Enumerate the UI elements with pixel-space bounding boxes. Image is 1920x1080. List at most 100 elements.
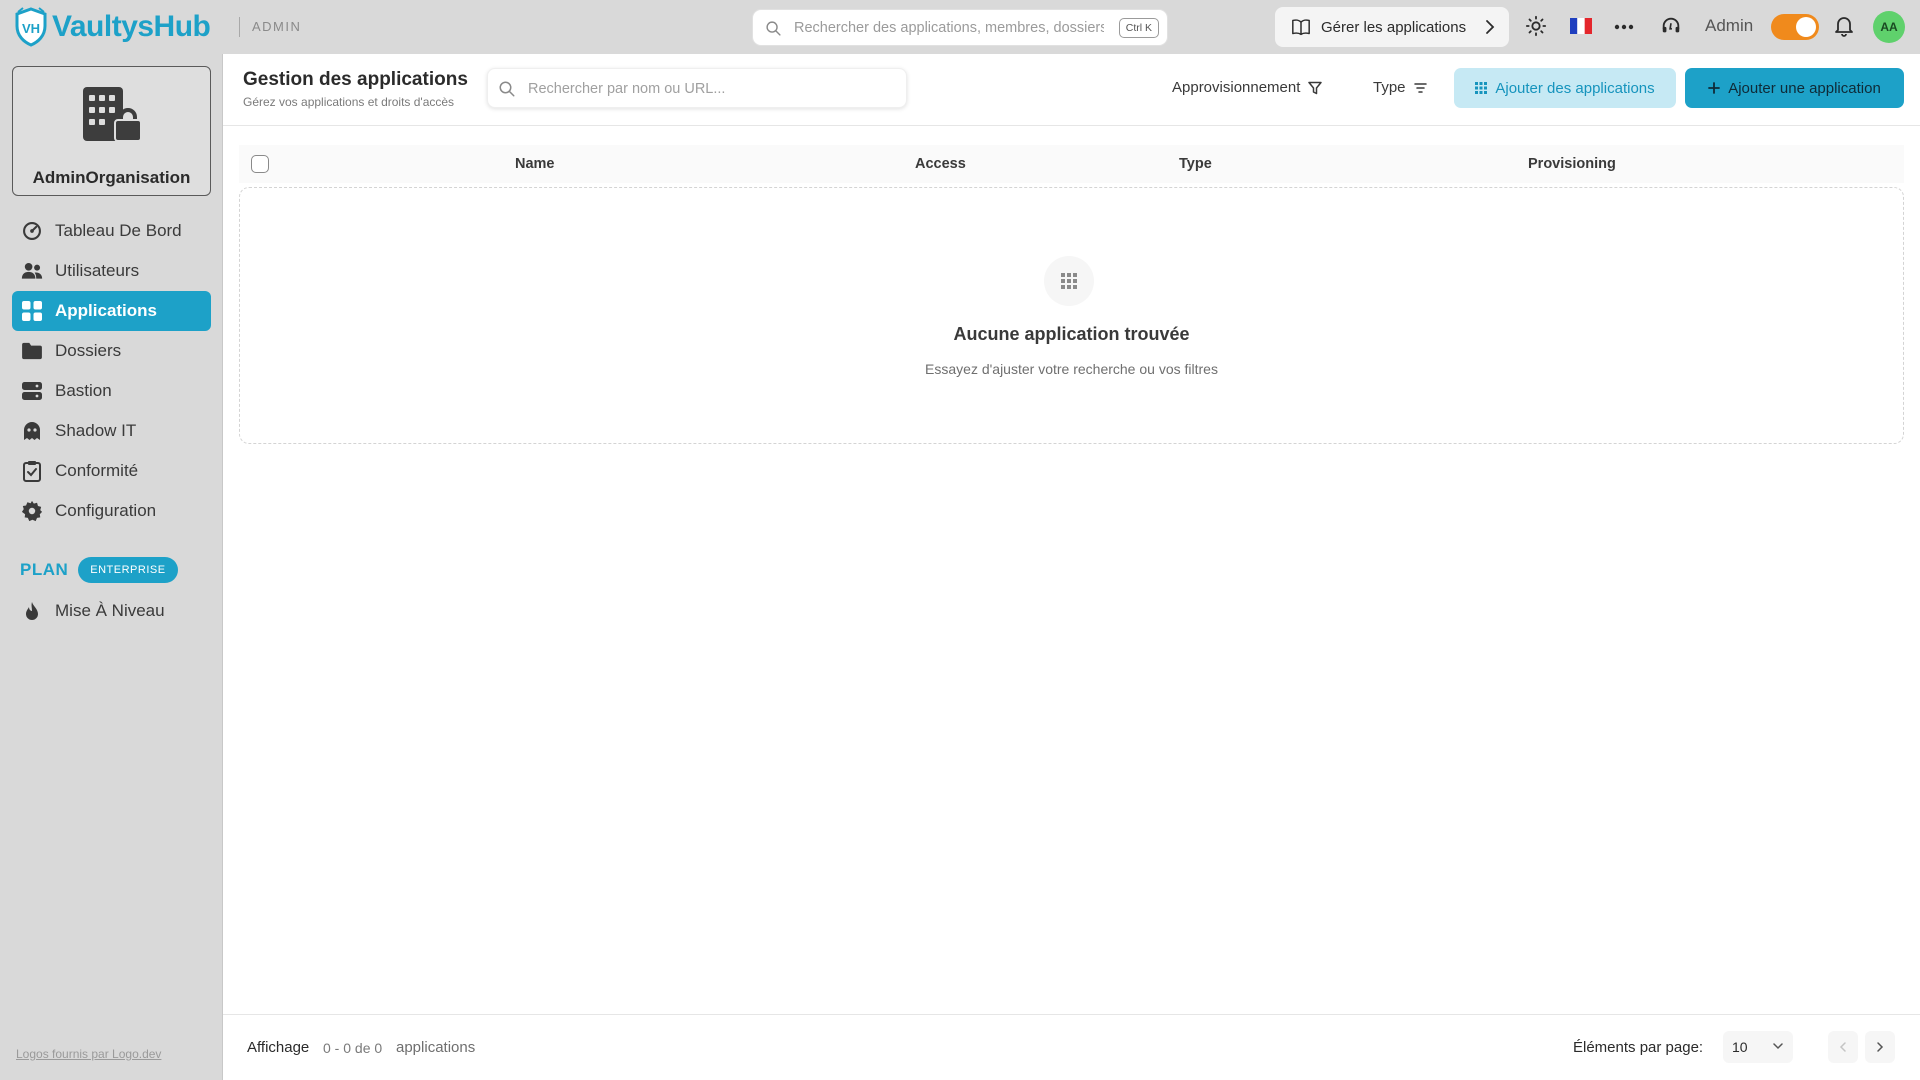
sidebar-item-label: Configuration (55, 501, 157, 520)
showing-range: 0 - 0 de 0 (323, 1040, 383, 1056)
sidebar-item-bastion[interactable]: Bastion (12, 371, 211, 411)
app-search-input[interactable]: Rechercher par nom ou URL... (487, 68, 907, 108)
book-open-icon (1292, 19, 1310, 36)
funnel-icon (1308, 81, 1323, 94)
clipboard-check-icon (23, 461, 41, 482)
plus-icon (1708, 82, 1721, 94)
empty-state-title: Aucune application trouvée (953, 324, 1190, 344)
sidebar-item-label: Shadow IT (55, 421, 137, 440)
server-icon (22, 382, 42, 400)
plan-badge: ENTERPRISE (78, 557, 178, 583)
logo-credit-link[interactable]: Logos fournis par Logo.dev (16, 1047, 161, 1061)
manage-apps-button[interactable]: Gérer les applications (1275, 7, 1509, 47)
admin-mode-toggle[interactable] (1771, 14, 1819, 40)
sidebar-item-shadow-it[interactable]: Shadow IT (12, 411, 211, 451)
page-header: Gestion des applications Gérez vos appli… (223, 54, 1920, 126)
french-flag-icon[interactable] (1570, 18, 1592, 34)
chevron-right-icon (1486, 20, 1495, 34)
select-all-checkbox[interactable] (251, 155, 269, 173)
type-filter-label: Type (1373, 79, 1406, 96)
top-bar: VH VaultysHub ADMIN Rechercher des appli… (0, 0, 1920, 54)
add-apps-button[interactable]: Ajouter des applications (1454, 68, 1676, 108)
global-search-placeholder: Rechercher des applications, membres, do… (794, 20, 1104, 36)
chevron-down-icon (1773, 1043, 1783, 1050)
dashboard-gauge-icon (23, 222, 41, 240)
per-page-value: 10 (1732, 1039, 1748, 1055)
sidebar-item-label: Conformité (55, 461, 139, 480)
sun-icon[interactable] (1525, 15, 1547, 37)
org-card[interactable]: AdminOrganisation (12, 66, 211, 196)
sidebar-item-label: Tableau De Bord (55, 221, 182, 240)
ghost-icon (24, 422, 40, 440)
global-search-input[interactable]: Rechercher des applications, membres, do… (752, 9, 1168, 46)
user-avatar[interactable]: AA (1873, 11, 1905, 43)
app-search-placeholder: Rechercher par nom ou URL... (528, 81, 726, 97)
logo-mark: VH (22, 21, 40, 36)
role-label: Admin (1705, 16, 1754, 35)
column-header-provisioning[interactable]: Provisioning (1528, 156, 1616, 172)
sidebar-item-label: Bastion (55, 381, 112, 400)
column-header-access[interactable]: Access (915, 156, 966, 172)
support-headset-icon[interactable] (1660, 15, 1682, 37)
showing-label: Affichage (247, 1039, 310, 1056)
sidebar: AdminOrganisation Tableau De Bord Utilis… (0, 54, 223, 1080)
sidebar-item-label: Dossiers (55, 341, 122, 360)
add-app-label: Ajouter une application (1728, 79, 1881, 97)
shield-logo-icon: VH (15, 7, 47, 47)
grid-dots-icon (1475, 82, 1488, 94)
sidebar-item-label: Applications (55, 301, 158, 320)
org-name: AdminOrganisation (32, 168, 191, 187)
filter-lines-icon (1413, 82, 1427, 93)
search-shortcut-badge: Ctrl K (1118, 18, 1159, 38)
toggle-knob (1796, 17, 1816, 37)
sidebar-item-label: Mise À Niveau (55, 601, 165, 620)
search-icon (499, 81, 515, 97)
chevron-right-icon (1877, 1042, 1884, 1052)
sidebar-item-label: Utilisateurs (55, 261, 140, 280)
apps-grid-icon (22, 301, 42, 321)
mode-tag: ADMIN (252, 19, 302, 34)
per-page-label: Éléments par page: (1573, 1039, 1704, 1056)
sidebar-item-dashboard[interactable]: Tableau De Bord (12, 211, 211, 251)
sidebar-item-configuration[interactable]: Configuration (12, 491, 211, 531)
manage-apps-label: Gérer les applications (1321, 18, 1467, 36)
more-dots-icon[interactable] (1614, 19, 1634, 35)
plan-indicator: PLAN ENTERPRISE (20, 557, 178, 583)
prev-page-button[interactable] (1828, 1031, 1858, 1063)
sidebar-item-folders[interactable]: Dossiers (12, 331, 211, 371)
top-divider (239, 17, 240, 37)
pagination-footer: Affichage 0 - 0 de 0 applications Élémen… (223, 1014, 1920, 1080)
grid-dots-icon (1061, 273, 1077, 289)
brand-name: VaultysHub (52, 10, 211, 43)
sidebar-item-applications[interactable]: Applications (12, 291, 211, 331)
sidebar-item-users[interactable]: Utilisateurs (12, 251, 211, 291)
building-lock-icon (83, 87, 142, 142)
sidebar-item-compliance[interactable]: Conformité (12, 451, 211, 491)
plan-label: PLAN (20, 560, 69, 579)
flame-icon (26, 602, 38, 620)
search-icon (766, 21, 781, 36)
chevron-left-icon (1839, 1042, 1846, 1052)
column-header-type[interactable]: Type (1179, 156, 1212, 172)
empty-state: Aucune application trouvée Essayez d'aju… (239, 187, 1904, 444)
brand-logo[interactable]: VH VaultysHub (14, 7, 211, 47)
empty-state-subtitle: Essayez d'ajuster votre recherche ou vos… (925, 361, 1218, 377)
provisioning-filter[interactable]: Approvisionnement (1172, 79, 1323, 96)
showing-unit: applications (396, 1039, 476, 1056)
sidebar-nav: Tableau De Bord Utilisateurs Application… (12, 211, 211, 531)
table-header: Name Access Type Provisioning (239, 145, 1904, 183)
bell-icon[interactable] (1834, 15, 1854, 37)
column-header-name[interactable]: Name (515, 156, 555, 172)
users-icon (21, 262, 43, 279)
gear-icon (21, 500, 43, 522)
provisioning-filter-label: Approvisionnement (1172, 79, 1301, 96)
per-page-select[interactable]: 10 (1723, 1031, 1793, 1063)
type-filter[interactable]: Type (1373, 79, 1427, 96)
next-page-button[interactable] (1865, 1031, 1895, 1063)
upgrade-container: Mise À Niveau (12, 591, 211, 631)
empty-state-icon-wrap (1044, 256, 1094, 306)
add-app-button[interactable]: Ajouter une application (1685, 68, 1904, 108)
folder-icon (22, 342, 42, 360)
page-title: Gestion des applications (243, 69, 468, 90)
sidebar-item-upgrade[interactable]: Mise À Niveau (12, 591, 211, 631)
